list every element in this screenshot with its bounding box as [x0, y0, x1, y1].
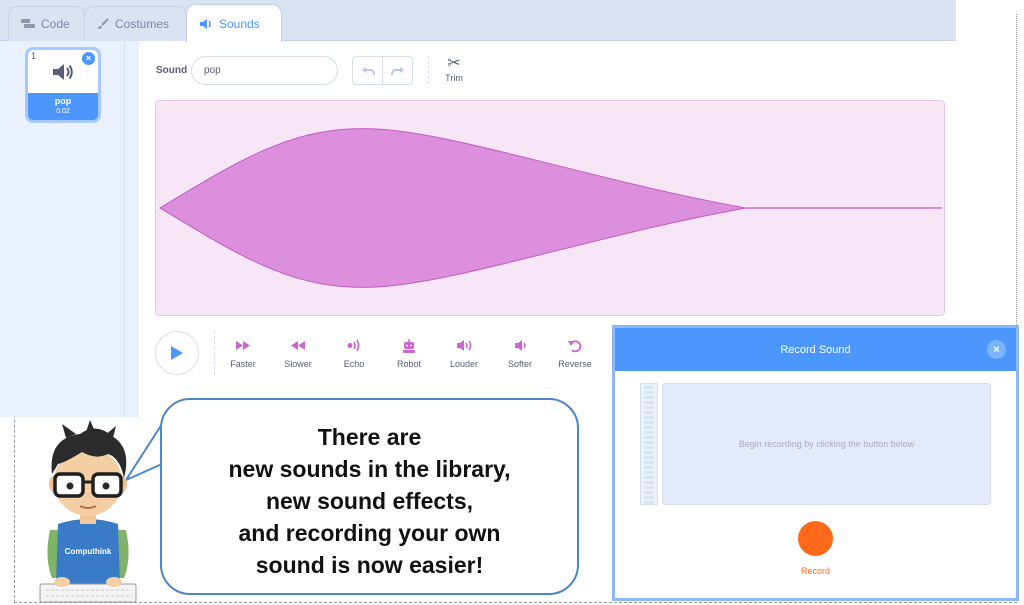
tab-label: Costumes: [115, 17, 170, 31]
toolbar-divider: [428, 56, 429, 84]
effect-faster-button[interactable]: Faster: [219, 339, 267, 369]
speaker-icon: [53, 63, 73, 80]
sound-name-label: Sound: [156, 65, 188, 76]
reverse-icon: [551, 339, 599, 355]
play-icon: [171, 346, 183, 360]
bubble-line: and recording your own: [238, 520, 501, 546]
controls-divider: [214, 331, 215, 375]
stage: Code Costumes Sounds 1 × pop 0.02 Sound …: [0, 0, 1024, 605]
effect-slower-button[interactable]: Slower: [274, 339, 322, 369]
tab-label: Code: [41, 17, 70, 31]
faster-icon: [219, 339, 267, 355]
effect-label: Echo: [343, 359, 365, 369]
computhink-mascot: Computhink: [39, 420, 137, 603]
sound-duration: 0.02: [56, 108, 70, 115]
bubble-text: There are new sounds in the library, new…: [162, 421, 577, 581]
recording-hint: Begin recording by clicking the button b…: [738, 439, 915, 449]
shirt-text: Computhink: [65, 547, 112, 556]
bubble-line: new sound effects,: [265, 488, 474, 514]
effect-label: Reverse: [558, 359, 592, 369]
bubble-line: There are: [317, 424, 422, 450]
redo-icon: [390, 66, 404, 75]
slower-icon: [274, 339, 322, 355]
effect-label: Louder: [449, 359, 479, 369]
effect-reverse-button[interactable]: Reverse: [551, 339, 599, 369]
tab-costumes[interactable]: Costumes: [84, 6, 188, 41]
trim-button[interactable]: ✂ Trim: [439, 55, 469, 83]
dialog-header: Record Sound ×: [615, 328, 1016, 371]
trim-label: Trim: [445, 73, 463, 83]
bubble-line: sound is now easier!: [255, 552, 484, 578]
softer-icon: [496, 339, 544, 355]
close-icon[interactable]: ×: [987, 340, 1006, 359]
effect-robot-button[interactable]: Robot: [385, 339, 433, 369]
tab-sounds[interactable]: Sounds: [186, 4, 282, 42]
scissors-icon: ✂: [447, 55, 461, 72]
sound-index: 1: [31, 51, 37, 61]
tab-label: Sounds: [219, 16, 260, 31]
record-sound-dialog: Record Sound × Begin recording by clicki…: [612, 325, 1019, 601]
record-label: Record: [800, 566, 830, 576]
effect-echo-button[interactable]: Echo: [330, 339, 378, 369]
bubble-line: new sounds in the library,: [228, 456, 511, 482]
record-button[interactable]: [798, 521, 833, 556]
louder-icon: [440, 339, 488, 355]
sound-name-input[interactable]: [191, 56, 338, 85]
speaker-icon: [200, 18, 211, 29]
undo-redo-group: [352, 56, 413, 85]
effect-softer-button[interactable]: Softer: [496, 339, 544, 369]
redo-button[interactable]: [382, 57, 412, 84]
volume-meter: [640, 383, 658, 505]
waveform-display[interactable]: [155, 100, 945, 316]
sound-controls: Faster Slower Echo Robot Louder Softer R…: [139, 326, 619, 386]
sound-name: pop: [54, 96, 72, 106]
effect-label: Softer: [507, 359, 532, 369]
effect-label: Robot: [396, 359, 422, 369]
play-button[interactable]: [155, 331, 199, 375]
undo-button[interactable]: [353, 57, 382, 84]
sound-tile-pop[interactable]: 1 × pop 0.02: [25, 47, 101, 123]
speech-bubble: There are new sounds in the library, new…: [160, 398, 579, 595]
echo-icon: [330, 339, 378, 355]
undo-icon: [361, 66, 375, 75]
robot-icon: [385, 339, 433, 355]
waveform: [159, 128, 942, 288]
dialog-title: Record Sound: [780, 343, 851, 356]
paintbrush-icon: [98, 18, 109, 29]
tab-bar: Code Costumes Sounds: [0, 0, 956, 42]
sound-list: 1 × pop 0.02: [0, 41, 125, 417]
code-blocks-icon: [21, 19, 35, 28]
tab-code[interactable]: Code: [8, 6, 86, 41]
effect-louder-button[interactable]: Louder: [440, 339, 488, 369]
effect-label: Faster: [230, 359, 256, 369]
effect-label: Slower: [284, 359, 312, 369]
recording-area: Begin recording by clicking the button b…: [662, 383, 991, 505]
delete-sound-button[interactable]: ×: [82, 52, 95, 65]
